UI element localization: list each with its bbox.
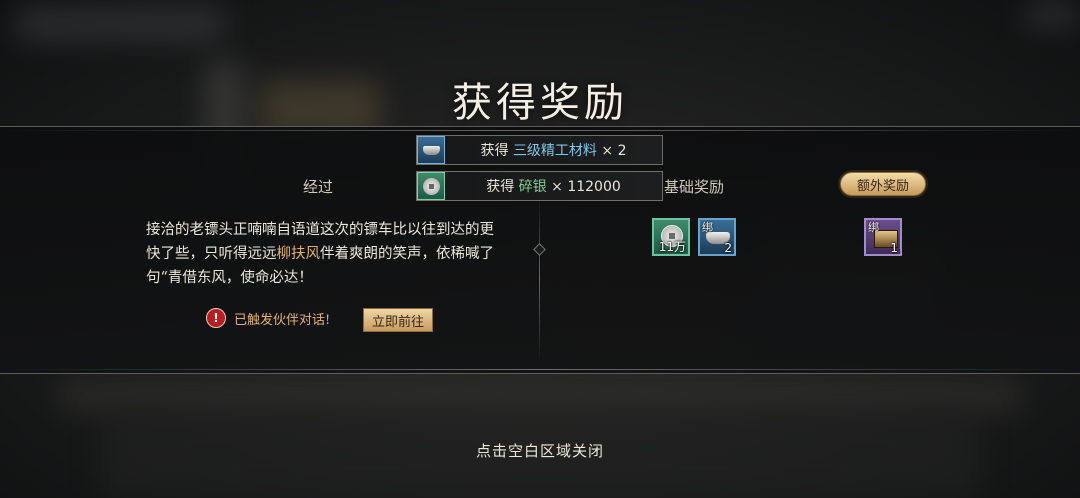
alert-text: 已触发伙伴对话! <box>234 312 331 328</box>
item-count: 2 <box>724 241 732 255</box>
toast-quantity: 112000 <box>567 179 621 195</box>
notification-toast: 获得 三级精工材料 × 2 <box>416 135 663 165</box>
bound-tag: 绑 <box>702 221 713 234</box>
base-reward-heading: 基础奖励 <box>664 178 725 196</box>
toast-item-name: 碎银 <box>518 179 547 195</box>
alert-icon: ! <box>206 308 226 328</box>
toast-text: 获得 碎银 × 112000 <box>445 176 662 196</box>
toast-prefix: 获得 <box>480 143 509 159</box>
toast-times: × <box>601 143 614 159</box>
ingot-icon <box>417 136 445 164</box>
story-highlight-name: 柳扶风 <box>276 246 321 262</box>
extra-reward-tag: 额外奖励 <box>840 172 926 196</box>
item-count: 11万 <box>658 240 686 254</box>
silver-coin-icon <box>417 172 445 200</box>
toast-text: 获得 三级精工材料 × 2 <box>445 140 662 160</box>
reward-item-silver[interactable]: 11万 <box>652 218 690 256</box>
toast-quantity: 2 <box>617 143 627 159</box>
reward-item-material[interactable]: 绑 2 <box>698 218 736 256</box>
toast-times: × <box>551 179 563 195</box>
story-text: 接洽的老镖头正喃喃自语道这次的镖车比以往到达的更快了些，只听得远远柳扶风伴着爽朗… <box>146 218 506 290</box>
panel-divider <box>539 196 540 362</box>
partner-dialog-alert: ! 已触发伙伴对话! <box>206 308 330 328</box>
go-now-button[interactable]: 立即前往 <box>363 308 433 332</box>
story-heading: 经过 <box>303 178 334 196</box>
close-hint[interactable]: 点击空白区域关闭 <box>0 440 1080 461</box>
toast-prefix: 获得 <box>486 179 515 195</box>
notification-toast: 获得 碎银 × 112000 <box>416 171 663 201</box>
reward-item-chest[interactable]: 绑 1 <box>864 218 902 256</box>
item-count: 1 <box>890 241 898 255</box>
page-title: 获得奖励 <box>452 80 628 126</box>
toast-item-name: 三级精工材料 <box>512 143 597 159</box>
bound-tag: 绑 <box>868 221 879 234</box>
